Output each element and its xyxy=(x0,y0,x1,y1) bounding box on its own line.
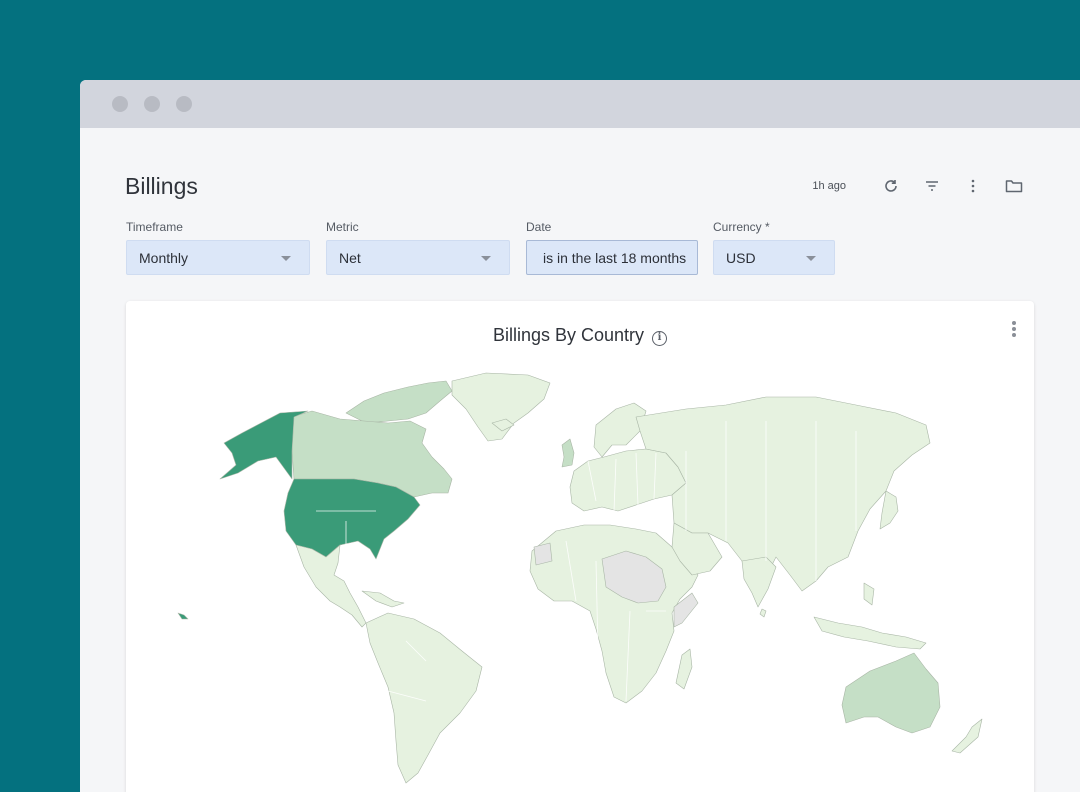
window-minimize-dot[interactable] xyxy=(144,96,160,112)
map-region-greenland xyxy=(451,372,551,442)
timeframe-value: Monthly xyxy=(139,249,189,266)
map-region-philippines xyxy=(863,582,875,606)
card-title: Billings By Country i xyxy=(126,325,1034,346)
filter-icon[interactable] xyxy=(922,176,942,196)
window-titlebar xyxy=(80,80,1080,128)
map-region-sri-lanka xyxy=(759,608,767,618)
map-region-western-sahara xyxy=(533,542,553,566)
map-region-madagascar xyxy=(675,648,693,690)
map-region-india xyxy=(741,556,777,608)
dashboard-toolbar: 1h ago xyxy=(812,176,1024,196)
chevron-down-icon xyxy=(806,256,816,261)
metric-label: Metric xyxy=(326,220,359,234)
currency-select[interactable]: USD xyxy=(713,240,835,275)
date-value: is in the last 18 months xyxy=(543,249,687,266)
timeframe-select[interactable]: Monthly xyxy=(126,240,310,275)
browser-window: Billings 1h ago Timeframe Monthly Metric… xyxy=(80,80,1080,792)
map-region-europe xyxy=(569,448,687,512)
currency-label: Currency * xyxy=(713,220,770,234)
map-region-japan xyxy=(879,490,899,530)
date-label: Date xyxy=(526,220,552,234)
map-region-united-kingdom xyxy=(561,438,575,468)
more-vert-icon[interactable] xyxy=(963,176,983,196)
map-region-new-zealand xyxy=(951,718,983,754)
page-title: Billings xyxy=(125,173,198,199)
metric-select[interactable]: Net xyxy=(326,240,510,275)
card-title-text: Billings By Country xyxy=(492,325,645,345)
map-region-scandinavia xyxy=(593,402,647,458)
currency-value: USD xyxy=(726,249,756,266)
card-more-vert-icon[interactable] xyxy=(1010,321,1018,339)
folder-icon[interactable] xyxy=(1004,176,1024,196)
window-close-dot[interactable] xyxy=(112,96,128,112)
map-region-africa xyxy=(529,524,699,704)
map-region-indonesia xyxy=(813,616,927,650)
chevron-down-icon xyxy=(481,256,491,261)
map-region-canada-islands xyxy=(345,380,453,424)
info-icon[interactable]: i xyxy=(652,331,668,346)
timeframe-label: Timeframe xyxy=(126,220,183,234)
map-region-hawaii xyxy=(177,612,189,620)
window-maximize-dot[interactable] xyxy=(176,96,192,112)
metric-value: Net xyxy=(339,249,361,266)
map-region-caribbean xyxy=(361,590,405,608)
map-region-australia xyxy=(841,652,941,734)
chevron-down-icon xyxy=(281,256,291,261)
world-choropleth-map xyxy=(177,372,983,784)
map-region-mexico xyxy=(295,544,367,628)
refresh-icon[interactable] xyxy=(881,176,901,196)
date-filter-field[interactable]: is in the last 18 months xyxy=(526,240,698,275)
billings-by-country-card: Billings By Country i xyxy=(126,301,1034,792)
last-updated-text: 1h ago xyxy=(812,180,846,192)
map-region-south-america xyxy=(365,612,483,784)
